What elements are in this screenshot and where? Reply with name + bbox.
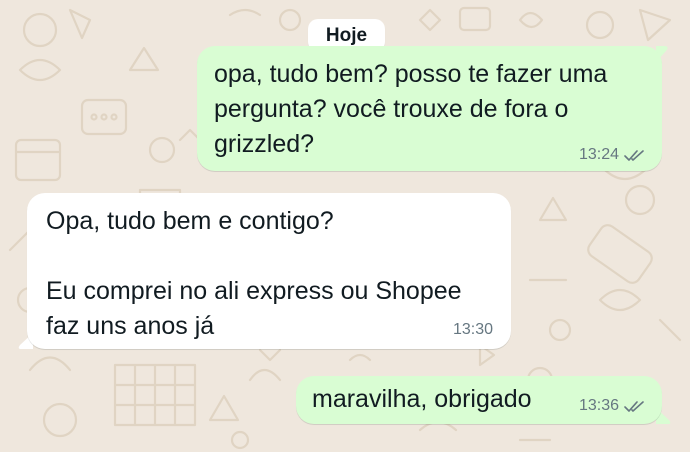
message-bubble-incoming[interactable]: Opa, tudo bem e contigo? Eu comprei no a… — [27, 193, 511, 349]
message-bubble-outgoing[interactable]: maravilha, obrigado 13:36 — [296, 376, 662, 424]
message-bubble-outgoing[interactable]: opa, tudo bem? posso te fazer uma pergun… — [197, 46, 662, 171]
message-time: 13:30 — [452, 321, 493, 338]
double-check-icon — [624, 149, 644, 161]
double-check-icon — [624, 400, 644, 412]
date-divider-label: Hoje — [325, 24, 368, 46]
message-meta: 13:24 — [579, 146, 645, 164]
message-meta: 13:30 — [453, 321, 493, 339]
message-time: 13:24 — [578, 146, 619, 163]
message-text: Opa, tudo bem e contigo? Eu comprei no a… — [46, 207, 462, 340]
message-time: 13:36 — [578, 397, 619, 414]
message-meta: 13:36 — [579, 397, 645, 415]
